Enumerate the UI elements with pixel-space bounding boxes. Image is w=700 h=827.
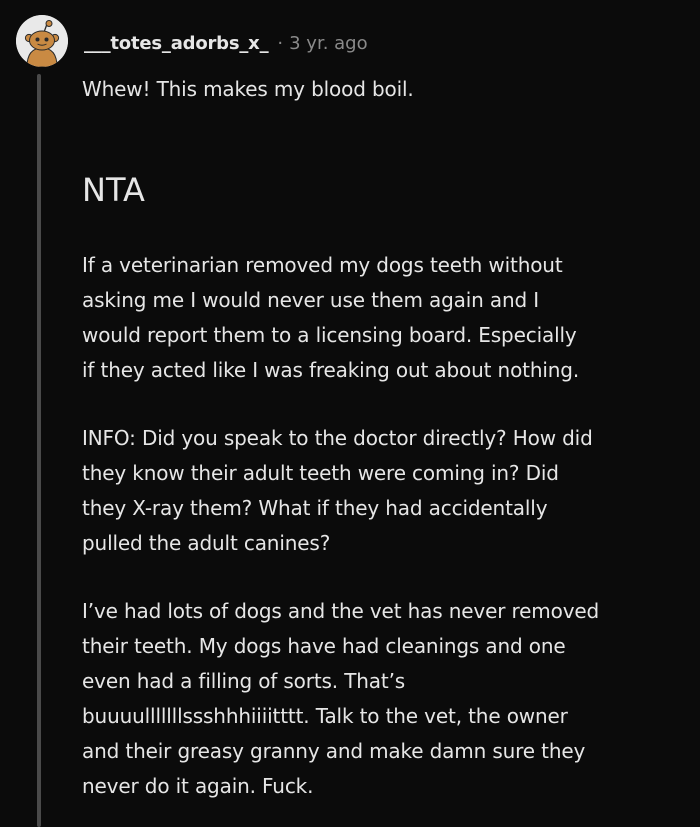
body-paragraph-1: Whew! This makes my blood boil.: [82, 77, 414, 101]
username-link[interactable]: ___totes_adorbs_x_: [84, 33, 269, 54]
text-line: if they acted like I was freaking out ab…: [82, 358, 580, 382]
text-line: buuuulllllllssshhhiiiitttt. Talk to the …: [82, 704, 568, 728]
text-line: they know their adult teeth were coming …: [82, 461, 559, 485]
text-line: never do it again. Fuck.: [82, 774, 314, 798]
user-avatar[interactable]: [16, 15, 68, 67]
comment-header: ___totes_adorbs_x_ · 3 yr. ago: [84, 28, 368, 58]
comment-timestamp[interactable]: 3 yr. ago: [289, 33, 368, 54]
text-line: their teeth. My dogs have had cleanings …: [82, 634, 566, 658]
comment: ___totes_adorbs_x_ · 3 yr. ago Whew! Thi…: [0, 0, 700, 827]
text-line: asking me I would never use them again a…: [82, 288, 540, 312]
thread-collapse-line[interactable]: [37, 74, 41, 827]
text-line: pulled the adult canines?: [82, 531, 331, 555]
body-paragraph-3: INFO: Did you speak to the doctor direct…: [82, 421, 593, 561]
body-paragraph-2: If a veterinarian removed my dogs teeth …: [82, 248, 579, 388]
text-line: I’ve had lots of dogs and the vet has ne…: [82, 599, 600, 623]
text-line: would report them to a licensing board. …: [82, 323, 577, 347]
text-line: If a veterinarian removed my dogs teeth …: [82, 253, 563, 277]
reddit-snoo-avatar-icon: [16, 15, 68, 67]
meta-separator: ·: [277, 32, 284, 54]
text-line: INFO: Did you speak to the doctor direct…: [82, 426, 593, 450]
text-line: they X-ray them? What if they had accide…: [82, 496, 548, 520]
body-heading: NTA: [82, 171, 145, 209]
text-line: even had a filling of sorts. That’s: [82, 669, 406, 693]
body-paragraph-4: I’ve had lots of dogs and the vet has ne…: [82, 594, 599, 804]
text-line: and their greasy granny and make damn su…: [82, 739, 586, 763]
